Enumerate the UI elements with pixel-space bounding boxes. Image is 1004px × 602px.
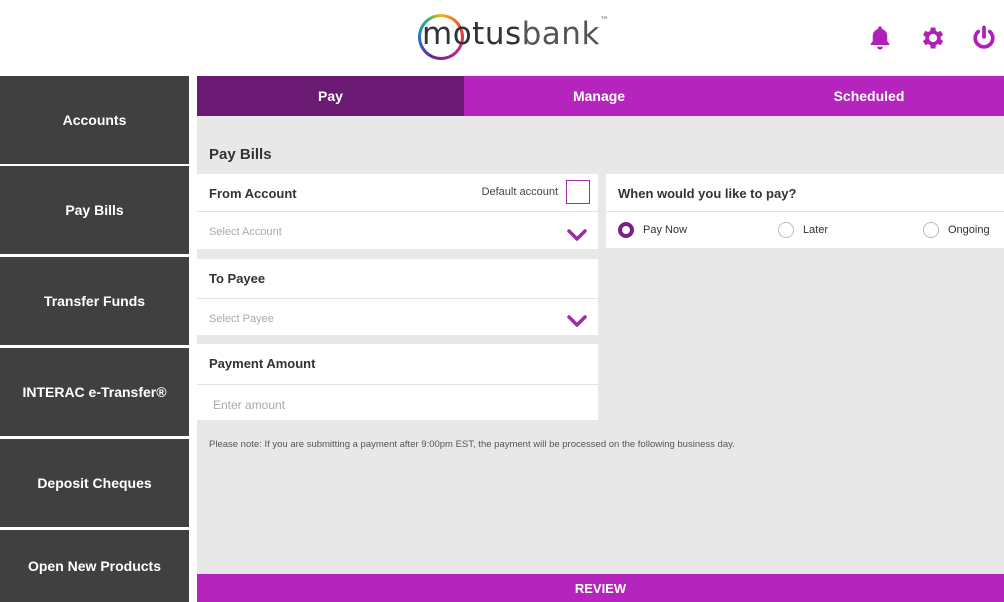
payment-amount-header: Payment Amount xyxy=(197,344,598,385)
sidebar-item-deposit-cheques[interactable]: Deposit Cheques xyxy=(0,439,189,527)
gear-icon[interactable] xyxy=(912,18,952,58)
radio-empty-icon xyxy=(923,222,939,238)
chevron-down-icon[interactable] xyxy=(566,313,588,327)
when-to-pay-card: When would you like to pay? Pay Now Late… xyxy=(606,174,1004,248)
sidebar-item-label: Open New Products xyxy=(27,558,162,574)
radio-label: Ongoing xyxy=(948,224,990,236)
from-account-header: From Account Default account xyxy=(197,174,598,212)
when-to-pay-header: When would you like to pay? xyxy=(606,174,1004,212)
tab-manage[interactable]: Manage xyxy=(464,76,734,116)
sidebar-item-label: INTERAC e-Transfer® xyxy=(22,384,167,400)
tab-label: Manage xyxy=(572,88,626,104)
when-to-pay-label: When would you like to pay? xyxy=(618,186,797,201)
sidebar-item-label: Accounts xyxy=(62,112,127,128)
logo-text: motusbank™ xyxy=(422,16,610,52)
sidebar-item-interac-etransfer[interactable]: INTERAC e-Transfer® xyxy=(0,348,189,436)
app-header: motusbank™ xyxy=(0,0,1004,76)
power-icon[interactable] xyxy=(964,18,1004,58)
default-account-label: Default account xyxy=(481,186,558,198)
radio-selected-icon xyxy=(618,222,634,238)
radio-empty-icon xyxy=(778,222,794,238)
from-account-label: From Account xyxy=(209,186,297,201)
select-account-dropdown[interactable]: Select Account xyxy=(209,226,282,238)
header-actions xyxy=(848,18,1004,58)
sidebar-item-label: Pay Bills xyxy=(65,202,124,218)
main-content: Pay Manage Scheduled Pay Bills From Acco… xyxy=(197,76,1004,602)
tab-label: Pay xyxy=(318,88,343,104)
radio-ongoing[interactable]: Ongoing xyxy=(923,222,990,238)
sidebar-item-accounts[interactable]: Accounts xyxy=(0,76,189,164)
payee-header: To Payee xyxy=(197,259,598,299)
sidebar-item-pay-bills[interactable]: Pay Bills xyxy=(0,166,189,254)
sidebar: Accounts Pay Bills Transfer Funds INTERA… xyxy=(0,76,189,602)
radio-later[interactable]: Later xyxy=(778,222,828,238)
payment-amount-label: Payment Amount xyxy=(209,356,316,371)
processing-note: Please note: If you are submitting a pay… xyxy=(209,439,735,450)
tab-pay[interactable]: Pay xyxy=(197,76,464,116)
review-button[interactable]: REVIEW xyxy=(197,574,1004,602)
amount-input[interactable] xyxy=(203,394,583,416)
payee-label: To Payee xyxy=(209,271,266,286)
sidebar-item-label: Deposit Cheques xyxy=(37,475,152,491)
tab-bar: Pay Manage Scheduled xyxy=(197,76,1004,116)
motusbank-logo[interactable]: motusbank™ xyxy=(412,10,609,62)
tab-label: Scheduled xyxy=(833,88,905,104)
pay-timing-radio-group: Pay Now Later Ongoing xyxy=(618,222,1003,242)
tab-scheduled[interactable]: Scheduled xyxy=(734,76,1004,116)
radio-pay-now[interactable]: Pay Now xyxy=(618,222,687,238)
radio-label: Later xyxy=(803,224,829,236)
radio-label: Pay Now xyxy=(643,224,688,236)
select-payee-dropdown[interactable]: Select Payee xyxy=(209,313,274,325)
chevron-down-icon[interactable] xyxy=(566,227,588,241)
bell-icon[interactable] xyxy=(860,18,900,58)
sidebar-item-label: Transfer Funds xyxy=(43,293,146,309)
default-account-checkbox[interactable] xyxy=(566,180,590,204)
sidebar-item-open-new-products[interactable]: Open New Products xyxy=(0,530,189,602)
payee-card: To Payee Select Payee xyxy=(197,259,598,335)
page-title: Pay Bills xyxy=(209,146,272,163)
from-account-card: From Account Default account Select Acco… xyxy=(197,174,598,249)
sidebar-item-transfer-funds[interactable]: Transfer Funds xyxy=(0,257,189,345)
payment-amount-card: Payment Amount xyxy=(197,344,598,420)
